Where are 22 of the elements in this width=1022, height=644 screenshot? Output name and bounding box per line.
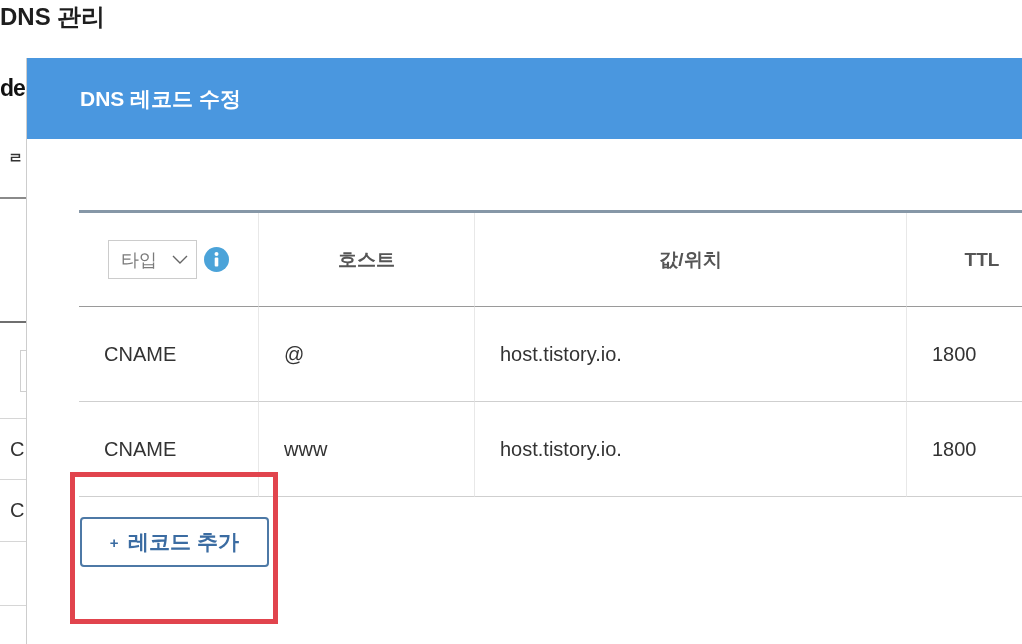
- column-header: 값/위치: [659, 247, 722, 272]
- input-field[interactable]: [20, 350, 26, 392]
- page-title: DNS 관리: [0, 2, 106, 32]
- table-cell: CNAME: [104, 342, 177, 366]
- table-cell: 1800: [932, 437, 977, 461]
- add-record-button[interactable]: + 레코드 추가: [80, 517, 269, 567]
- table-cell: host.tistory.io.: [500, 342, 622, 366]
- table-cell: C: [10, 499, 25, 522]
- info-icon[interactable]: [204, 247, 229, 272]
- table-cell: @: [284, 342, 305, 366]
- dialog-title: DNS 레코드 수정: [80, 85, 241, 112]
- table-cell: C: [10, 437, 25, 461]
- table-cell: www: [284, 437, 328, 461]
- table-cell: CNAME: [104, 437, 177, 461]
- table-cell: host.tistory.io.: [500, 437, 622, 461]
- column-header: TTL: [964, 248, 1000, 271]
- page-heading: de: [0, 74, 25, 103]
- chevron-down-icon: [172, 255, 188, 264]
- type-select[interactable]: 타입: [108, 240, 197, 279]
- column-header: 호스트: [338, 247, 395, 272]
- table-cell: 1800: [932, 342, 977, 366]
- tab-label[interactable]: ㄹ: [8, 146, 23, 170]
